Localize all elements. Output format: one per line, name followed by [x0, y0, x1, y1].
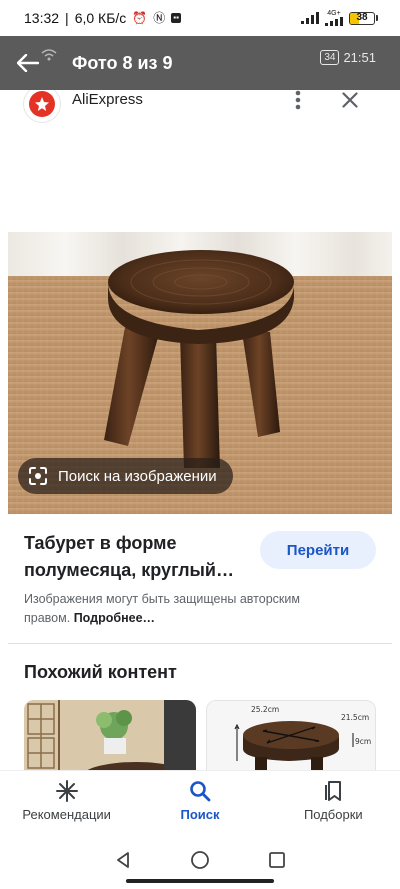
similar-thumbnail[interactable]: 25.2cm 21.5cm 9cm: [206, 700, 376, 770]
wifi-signal-icon: [41, 49, 57, 61]
search-in-image-button[interactable]: Поиск на изображении: [18, 458, 233, 494]
search-icon: [190, 781, 211, 802]
learn-more-link[interactable]: Подробнее…: [74, 611, 155, 625]
more-options-icon[interactable]: [286, 90, 310, 112]
nav-search[interactable]: Поиск: [140, 779, 260, 822]
source-row: AliExpress: [8, 90, 392, 230]
bookmarks-icon: [325, 781, 342, 801]
close-icon[interactable]: [338, 90, 362, 112]
network-type: 4G+: [327, 10, 341, 17]
back-triangle-icon[interactable]: [114, 851, 132, 869]
recents-square-icon[interactable]: [268, 851, 286, 869]
lens-icon: [29, 467, 47, 485]
nav-collections[interactable]: Подборки: [273, 779, 393, 822]
visit-button[interactable]: Перейти: [260, 531, 376, 569]
photo-viewer-header: Фото 8 из 9 34 21:51: [0, 36, 400, 90]
header-badge: 34: [320, 50, 340, 65]
search-in-image-label: Поиск на изображении: [58, 467, 217, 485]
sparkle-icon: [55, 780, 78, 802]
similar-thumbnail[interactable]: [24, 700, 196, 770]
nav-recommendations[interactable]: Рекомендации: [7, 779, 127, 822]
product-photo[interactable]: Поиск на изображении: [8, 232, 392, 514]
battery-icon: 38: [349, 11, 378, 25]
app-notification-icon: ▪▪: [171, 13, 181, 23]
similar-content-heading: Похожий контент: [24, 662, 177, 682]
thumbnail-image: [207, 701, 375, 770]
status-bar: 13:32 | 6,0 КБ/с ⏰ Ⓝ ▪▪ 4G+ 38: [0, 0, 400, 36]
copyright-notice: Изображения могут быть защищены авторски…: [24, 592, 300, 625]
status-speed: 6,0 КБ/с: [74, 10, 127, 26]
aliexpress-logo[interactable]: [24, 90, 60, 122]
bottom-navigation: Рекомендации Поиск Подборки: [0, 770, 400, 830]
status-time: 13:32: [24, 10, 60, 26]
gesture-bar[interactable]: [126, 879, 274, 883]
header-clock: 21:51: [343, 50, 376, 65]
dimension-label: 25.2cm: [251, 705, 280, 714]
photo-counter-title: Фото 8 из 9: [72, 52, 173, 73]
signal-icon: [301, 12, 319, 24]
dimension-label: 21.5cm: [341, 713, 370, 722]
dimension-label: 9cm: [355, 737, 372, 746]
divider: [8, 643, 392, 644]
source-name[interactable]: AliExpress: [72, 91, 143, 108]
alarm-icon: ⏰: [132, 11, 148, 25]
aliexpress-star-icon: [35, 97, 49, 111]
battery-percent: 38: [356, 11, 368, 23]
image-result-card: AliExpress Поиск на изображении Табурет …: [8, 90, 392, 770]
back-arrow-icon[interactable]: [0, 36, 56, 90]
nfc-icon: Ⓝ: [153, 11, 166, 25]
signal-icon-2: [325, 17, 343, 26]
product-title[interactable]: Табурет в форме полумесяца, круглый…: [24, 530, 254, 584]
thumbnail-image: [24, 700, 196, 770]
home-circle-icon[interactable]: [190, 850, 210, 870]
